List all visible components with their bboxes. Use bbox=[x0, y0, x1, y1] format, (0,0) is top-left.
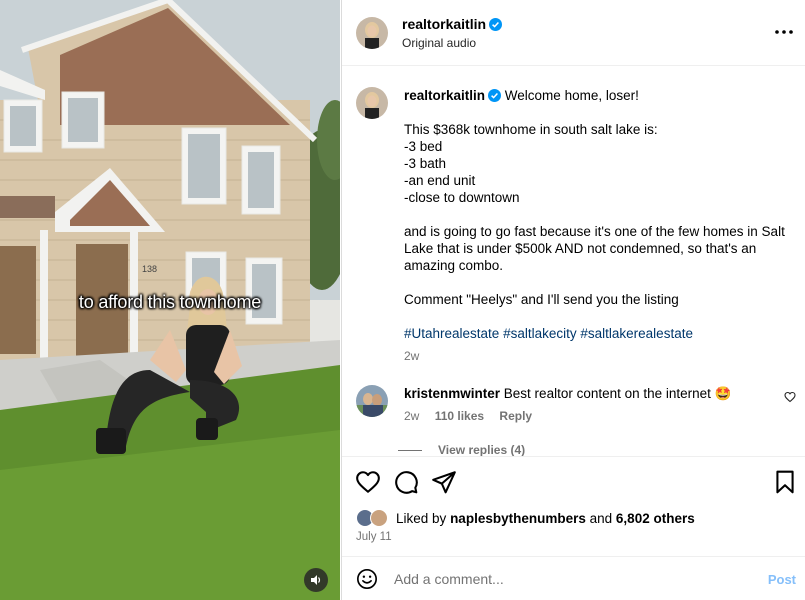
hashtag-link[interactable]: #Utahrealestate bbox=[404, 326, 499, 341]
comment-age: 2w bbox=[404, 409, 420, 423]
comment-composer: Post bbox=[342, 556, 805, 600]
emoji-smiley-icon[interactable] bbox=[356, 568, 378, 590]
comment-bubble-icon[interactable] bbox=[393, 469, 419, 495]
liked-by-and: and bbox=[589, 510, 613, 526]
verified-badge-icon bbox=[488, 89, 502, 102]
caption-line: -3 bed bbox=[404, 139, 443, 154]
like-heart-icon[interactable] bbox=[355, 469, 381, 495]
author-username-text: realtorkaitlin bbox=[402, 16, 487, 32]
author-avatar[interactable] bbox=[356, 17, 388, 49]
more-options-button[interactable] bbox=[772, 22, 796, 42]
commenter-username[interactable]: kristenmwinter bbox=[404, 386, 500, 401]
view-replies-label: View replies (4) bbox=[438, 443, 526, 456]
caption-line: -3 bath bbox=[404, 156, 447, 171]
liked-by-user[interactable]: naplesbythenumbers bbox=[450, 511, 586, 526]
commenter-avatar[interactable] bbox=[356, 385, 388, 417]
caption-first-line: Welcome home, loser! bbox=[504, 88, 639, 103]
audio-link[interactable]: Original audio bbox=[402, 36, 476, 50]
verified-badge-icon bbox=[489, 18, 503, 31]
liked-by-row: Liked by naplesbythenumbers and 6,802 ot… bbox=[356, 509, 695, 527]
share-send-icon[interactable] bbox=[431, 469, 457, 495]
house-number: 138 bbox=[142, 264, 157, 274]
caption-author-avatar[interactable] bbox=[356, 87, 388, 119]
author-username[interactable]: realtorkaitlin bbox=[402, 16, 503, 32]
post-date[interactable]: July 11 bbox=[356, 531, 392, 543]
liked-by-prefix: Liked by bbox=[396, 510, 447, 526]
caption-age: 2w bbox=[404, 349, 420, 363]
comments-scroll-area[interactable]: realtorkaitlin Welcome home, loser! This… bbox=[342, 67, 805, 456]
caption-line: -close to downtown bbox=[404, 190, 520, 205]
comment-emoji: 🤩 bbox=[714, 386, 732, 401]
replies-divider bbox=[398, 449, 422, 451]
post-comment-button[interactable]: Post bbox=[768, 572, 796, 587]
liked-by-count[interactable]: 6,802 others bbox=[616, 511, 695, 526]
caption-line: This $368k townhome in south salt lake i… bbox=[404, 122, 658, 137]
video-caption: to afford this townhome bbox=[78, 292, 262, 312]
caption-username[interactable]: realtorkaitlin bbox=[404, 88, 485, 103]
comment-body: kristenmwinter Best realtor content on t… bbox=[404, 385, 774, 402]
comment-likes[interactable]: 110 likes bbox=[435, 409, 484, 423]
liker-avatars bbox=[356, 509, 392, 527]
post-actions: Liked by naplesbythenumbers and 6,802 ot… bbox=[342, 456, 805, 556]
more-dots-icon bbox=[775, 30, 793, 34]
caption-text: realtorkaitlin Welcome home, loser! This… bbox=[404, 87, 794, 365]
caption-paragraph: and is going to go fast because it's one… bbox=[404, 224, 785, 273]
comment-like-heart-icon[interactable] bbox=[784, 391, 796, 403]
view-replies-button[interactable]: View replies (4) bbox=[398, 443, 525, 456]
comment-input[interactable] bbox=[394, 567, 744, 591]
post-header: realtorkaitlin Original audio bbox=[342, 0, 805, 66]
post-panel: realtorkaitlin Original audio realtorkai… bbox=[341, 0, 805, 600]
mute-button[interactable] bbox=[304, 568, 328, 592]
reply-button[interactable]: Reply bbox=[499, 409, 532, 423]
comment-text: Best realtor content on the internet bbox=[503, 386, 711, 401]
comment-meta: 2w 110 likes Reply bbox=[404, 409, 544, 423]
speaker-icon bbox=[311, 575, 321, 585]
hashtag-link[interactable]: #saltlakecity bbox=[503, 326, 577, 341]
caption-line: -an end unit bbox=[404, 173, 476, 188]
liker-avatar bbox=[370, 509, 388, 527]
hashtag-link[interactable]: #saltlakerealestate bbox=[580, 326, 693, 341]
bookmark-icon[interactable] bbox=[772, 469, 798, 495]
reel-video[interactable]: 138 to afford this townhome bbox=[0, 0, 340, 600]
caption-cta: Comment "Heelys" and I'll send you the l… bbox=[404, 292, 679, 307]
